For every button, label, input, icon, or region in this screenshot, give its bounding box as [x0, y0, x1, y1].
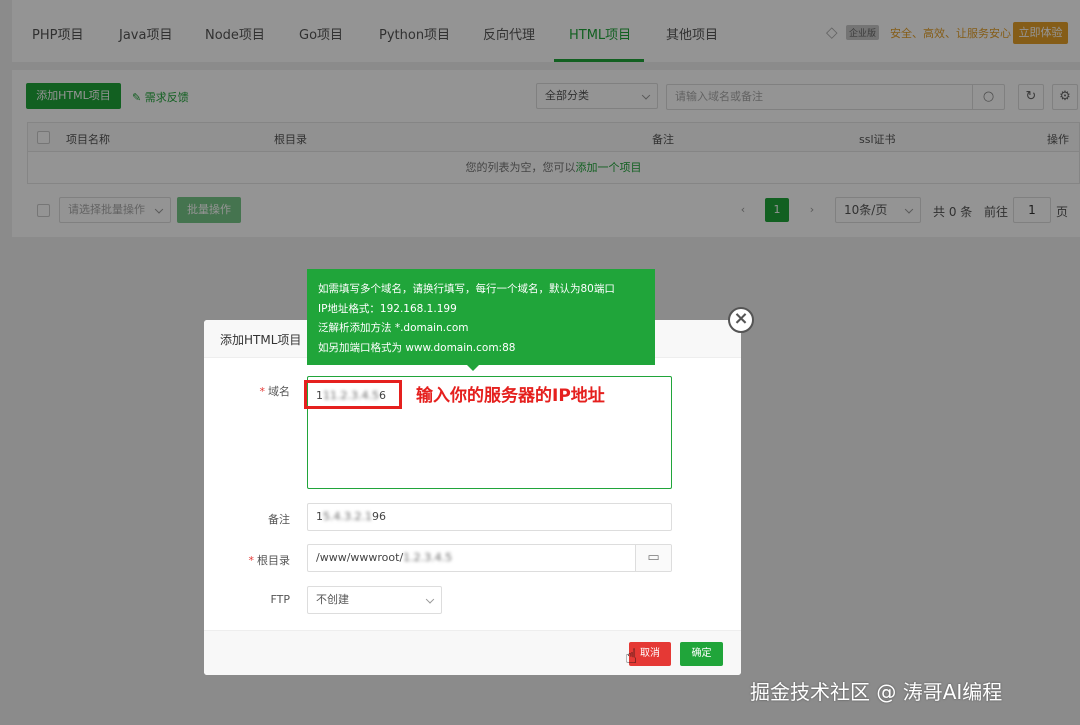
hand-cursor-icon: ☝ [625, 644, 638, 668]
remark-value-end: 96 [371, 510, 386, 523]
required-mark: * [259, 385, 266, 398]
tooltip-line: 泛解析添加方法 *.domain.com [318, 322, 469, 334]
folder-icon[interactable]: ▭ [635, 545, 671, 571]
ftp-label: FTP [270, 593, 291, 606]
root-dir-label-text: 根目录 [257, 554, 290, 567]
add-html-project-dialog: 添加HTML项目 * 域名 111.2.3.4.56 备注 15.4.3.2.19… [204, 320, 741, 675]
root-dir-input[interactable]: /www/wwwroot/1.2.3.4.5 ▭ [307, 544, 672, 572]
domain-label-text: 域名 [268, 385, 290, 398]
ftp-select[interactable]: 不创建 [307, 586, 442, 614]
close-icon[interactable]: × [728, 307, 754, 333]
dialog-title: 添加HTML项目 [220, 333, 302, 347]
tooltip-line: IP地址格式：192.168.1.199 [318, 302, 457, 315]
dialog-footer: 取消 确定 [204, 630, 741, 675]
domain-label: * 域名 [220, 383, 291, 399]
required-mark: * [248, 554, 255, 567]
remark-label: 备注 [268, 513, 290, 526]
annotation-text: 输入你的服务器的IP地址 [416, 386, 605, 406]
remark-value-start: 1 [316, 510, 323, 523]
ftp-select-value: 不创建 [316, 593, 349, 606]
watermark: 掘金技术社区 @ 涛哥AI编程 [750, 680, 1003, 704]
root-dir-value-redacted: 1.2.3.4.5 [403, 551, 453, 564]
tooltip-line: 如需填写多个域名，请换行填写，每行一个域名，默认为80端口 [318, 283, 615, 295]
domain-tooltip: 如需填写多个域名，请换行填写，每行一个域名，默认为80端口 IP地址格式：192… [307, 269, 655, 365]
tooltip-arrow [466, 364, 480, 371]
remark-input[interactable]: 15.4.3.2.196 [307, 503, 672, 531]
chevron-down-icon [425, 595, 435, 604]
tooltip-line: 如另加端口格式为 www.domain.com:88 [318, 341, 516, 354]
root-dir-value: /www/wwwroot/ [316, 551, 404, 564]
root-dir-label: * 根目录 [220, 552, 291, 568]
annotation-highlight-box [304, 380, 402, 409]
confirm-button[interactable]: 确定 [680, 642, 723, 666]
remark-value-redacted: 5.4.3.2.1 [323, 510, 372, 523]
